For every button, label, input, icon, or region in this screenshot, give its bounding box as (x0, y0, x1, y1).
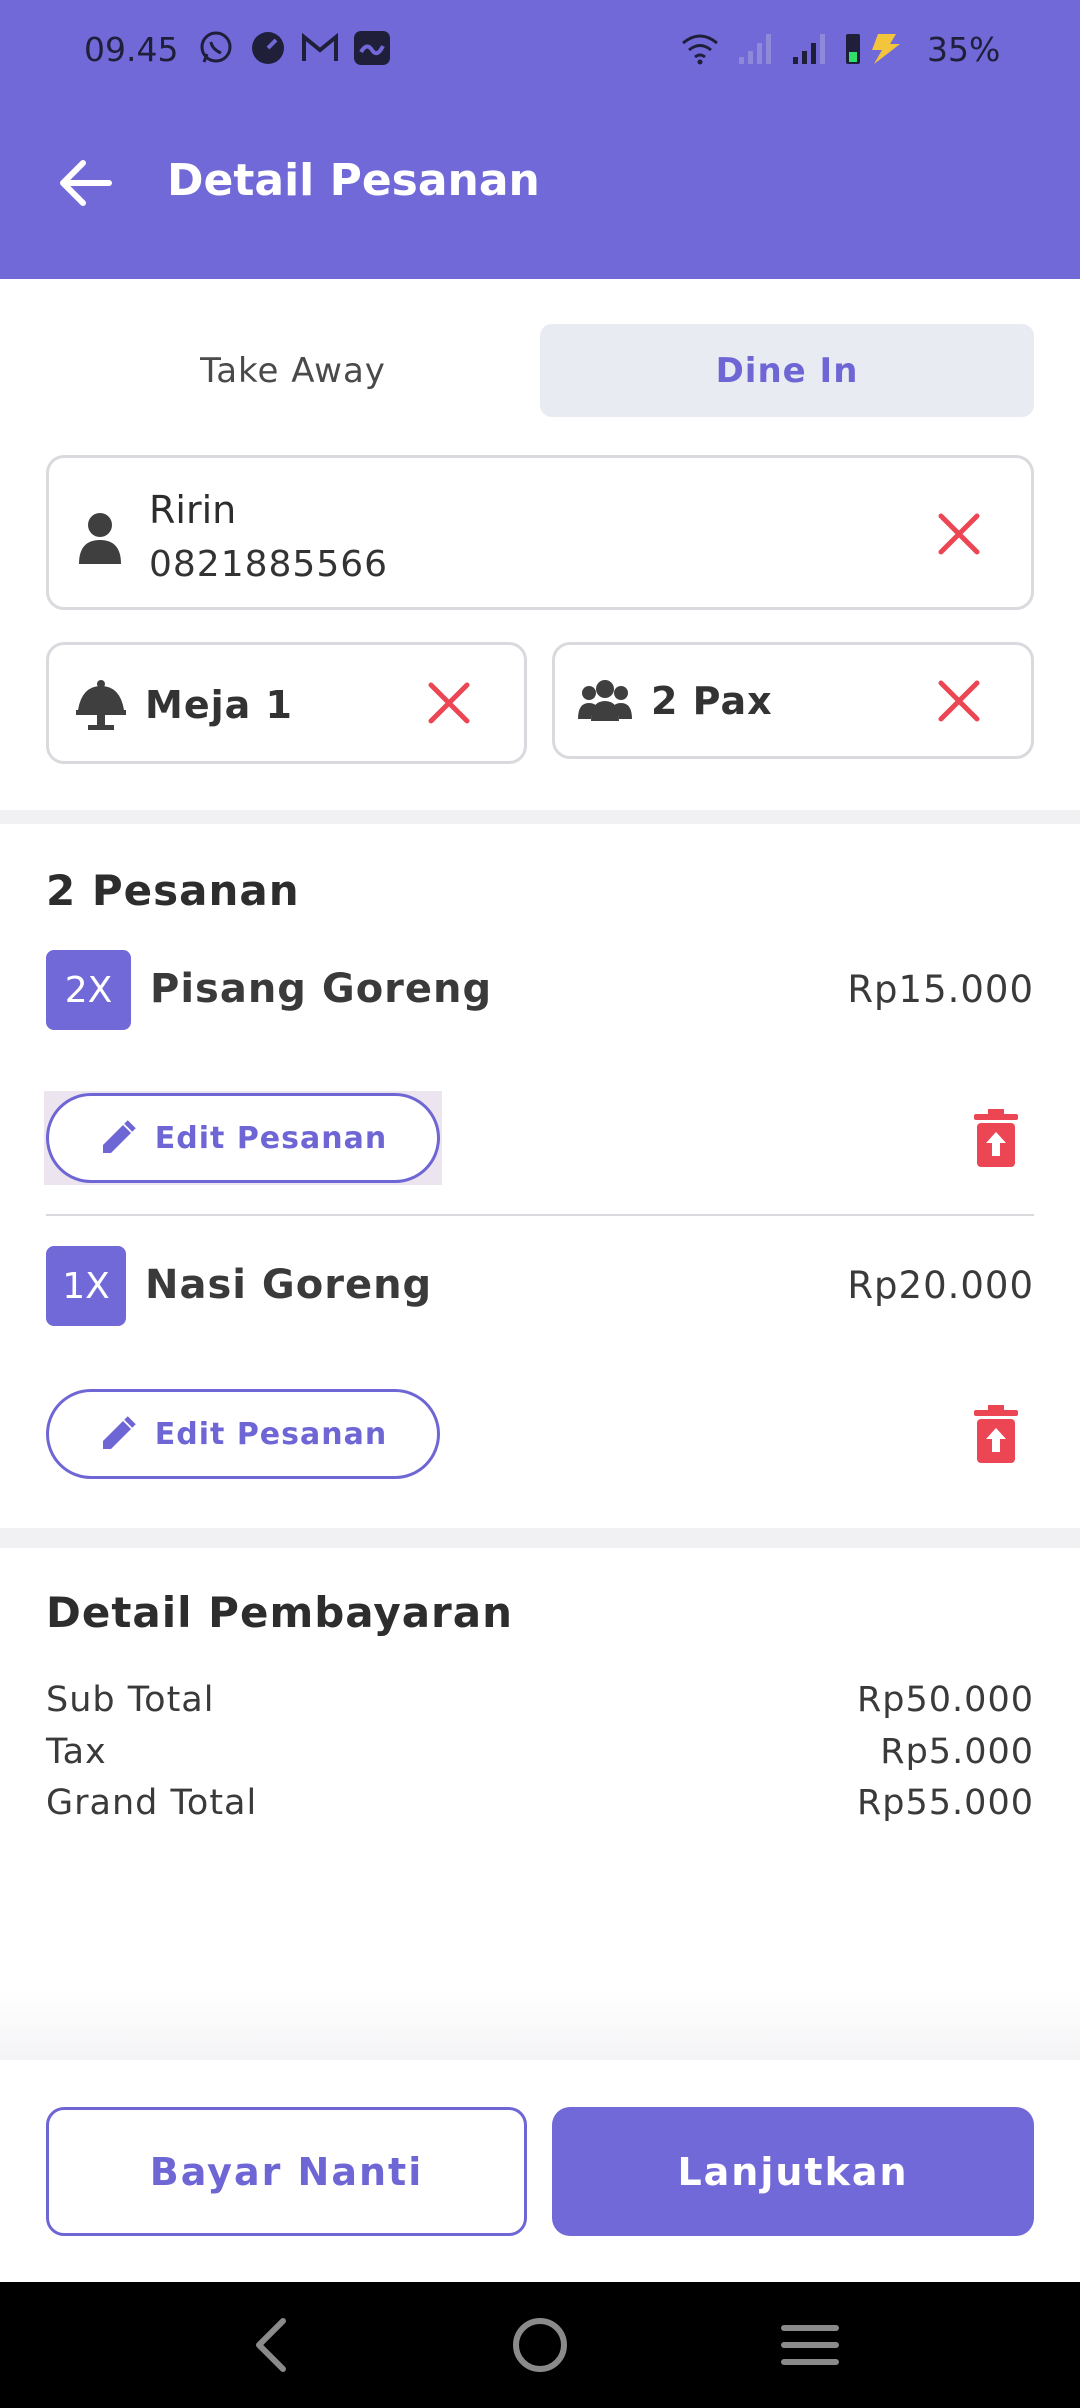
app-header: 09.45 35% Detail Pesanan (0, 0, 1080, 279)
subtotal-row: Sub Total Rp50.000 (46, 1680, 1034, 1720)
qty-badge: 1X (46, 1246, 126, 1326)
item-divider (46, 1214, 1034, 1216)
close-icon (938, 680, 980, 722)
back-button[interactable] (50, 148, 120, 218)
nav-home-button[interactable] (495, 2300, 585, 2390)
page-title: Detail Pesanan (167, 155, 540, 206)
payment-title: Detail Pembayaran (46, 1588, 514, 1637)
customer-phone: 0821885566 (149, 544, 389, 585)
customer-card[interactable]: Ririn 0821885566 (46, 455, 1034, 610)
item-price: Rp15.000 (847, 968, 1034, 1011)
close-icon (428, 682, 470, 724)
subtotal-label: Sub Total (46, 1680, 215, 1720)
tax-value: Rp5.000 (880, 1732, 1034, 1772)
menu-icon (781, 2325, 839, 2365)
whatsapp-icon (196, 28, 236, 68)
pencil-icon (102, 1120, 136, 1153)
signal-icon (790, 28, 830, 68)
close-icon (938, 513, 980, 555)
customer-name: Ririn (149, 488, 237, 532)
grand-total-value: Rp55.000 (856, 1783, 1034, 1823)
item-name: Pisang Goreng (150, 966, 493, 1012)
group-icon (577, 675, 633, 727)
pay-later-button[interactable]: Bayar Nanti (46, 2107, 527, 2236)
item-price: Rp20.000 (847, 1264, 1034, 1307)
subtotal-value: Rp50.000 (856, 1680, 1034, 1720)
table-card[interactable]: Meja 1 (46, 642, 527, 764)
tax-label: Tax (46, 1732, 107, 1772)
pax-label: 2 Pax (651, 679, 773, 723)
qty-badge: 2X (46, 950, 131, 1030)
arrow-left-icon (60, 160, 112, 206)
status-time: 09.45 (84, 30, 179, 69)
home-circle-icon (513, 2318, 567, 2372)
orders-title: 2 Pesanan (46, 866, 300, 915)
trash-icon (974, 1109, 1018, 1167)
clear-pax-button[interactable] (929, 671, 989, 731)
gauge-icon (248, 28, 288, 68)
pencil-icon (102, 1416, 136, 1449)
tax-row: Tax Rp5.000 (46, 1732, 1034, 1772)
battery-icon (838, 28, 918, 68)
delete-item-button[interactable] (965, 1399, 1027, 1469)
table-label: Meja 1 (145, 683, 293, 727)
grand-total-label: Grand Total (46, 1783, 258, 1823)
continue-button[interactable]: Lanjutkan (552, 2107, 1034, 2236)
section-divider (0, 810, 1080, 824)
section-divider (0, 1528, 1080, 1548)
tab-take-away[interactable]: Take Away (46, 324, 540, 417)
item-name: Nasi Goreng (145, 1262, 433, 1308)
edit-order-label: Edit Pesanan (154, 1120, 388, 1156)
pax-card[interactable]: 2 Pax (552, 642, 1034, 759)
status-bar: 09.45 35% (0, 0, 1080, 100)
app-icon (352, 28, 392, 68)
system-nav-bar (0, 2282, 1080, 2408)
trash-icon (974, 1405, 1018, 1463)
battery-percent: 35% (927, 30, 1001, 69)
user-icon (75, 508, 125, 568)
edit-order-button[interactable]: Edit Pesanan (46, 1093, 440, 1183)
table-icon (73, 677, 129, 733)
nav-back-button[interactable] (226, 2300, 316, 2390)
grand-total-row: Grand Total Rp55.000 (46, 1783, 1034, 1823)
delete-item-button[interactable] (965, 1103, 1027, 1173)
clear-customer-button[interactable] (929, 504, 989, 564)
edit-order-button[interactable]: Edit Pesanan (46, 1389, 440, 1479)
edit-order-label: Edit Pesanan (154, 1416, 388, 1452)
nav-recents-button[interactable] (765, 2300, 855, 2390)
tab-dine-in[interactable]: Dine In (540, 324, 1034, 417)
signal-icon (736, 28, 776, 68)
wifi-icon (680, 28, 720, 68)
gmail-icon (300, 28, 340, 68)
chevron-left-icon (256, 2318, 286, 2372)
bottom-shadow (0, 1990, 1080, 2060)
clear-table-button[interactable] (419, 673, 479, 733)
